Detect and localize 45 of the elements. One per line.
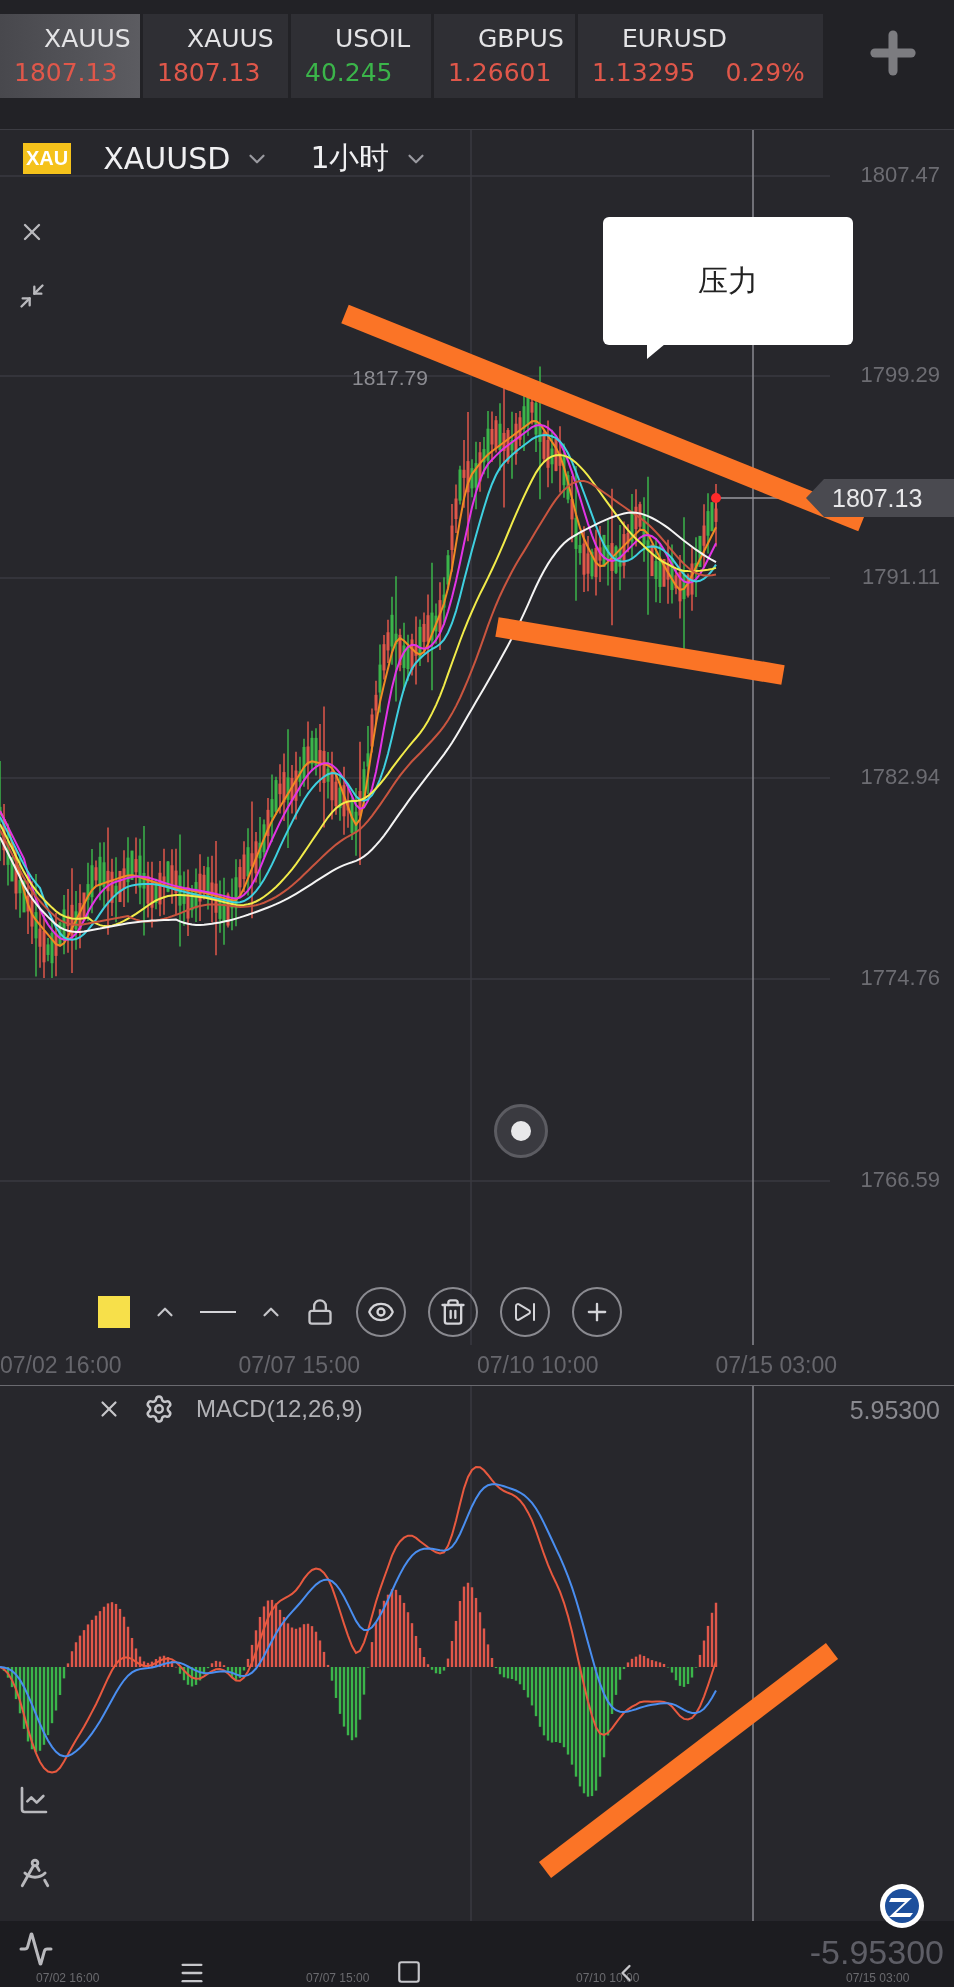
quote-tab[interactable]: XAUUS 1807.13 xyxy=(143,14,288,98)
quote-tab[interactable]: EURUSD 1.13295 0.29% xyxy=(578,14,823,98)
symbol-dropdown[interactable]: XAUUSD xyxy=(95,141,279,176)
high-price-label: 1817.79 xyxy=(352,366,428,390)
indicator-name: MACD(12,26,9) xyxy=(196,1395,363,1423)
pulse-icon[interactable] xyxy=(18,1931,54,1967)
line-chart-icon[interactable] xyxy=(18,1784,50,1816)
callout-bubble[interactable]: 压力 xyxy=(603,217,853,345)
lock-icon[interactable] xyxy=(306,1298,334,1326)
eye-button[interactable] xyxy=(356,1287,406,1337)
time-axis-label: 07/15 03:00 xyxy=(715,1351,838,1379)
trash-icon[interactable] xyxy=(439,1298,467,1326)
time-axis-label: 07/10 10:00 xyxy=(477,1351,600,1379)
time-axis-label: 07/02 16:00 xyxy=(36,1971,101,1985)
price-axis-label: 1774.76 xyxy=(860,965,940,991)
time-axis-label: 07/02 16:00 xyxy=(0,1351,123,1379)
price-axis-label: 1799.29 xyxy=(860,362,940,388)
skip-forward-button[interactable] xyxy=(500,1287,550,1337)
price-axis-label: 1791.11 xyxy=(862,564,940,590)
logo-icon[interactable] xyxy=(879,1883,925,1929)
price-axis-label: 1766.59 xyxy=(860,1167,940,1193)
time-axis-label: 07/07 15:00 xyxy=(306,1971,371,1985)
quote-tab[interactable]: GBPUS 1.26601 xyxy=(434,14,575,98)
plus-button[interactable] xyxy=(572,1287,622,1337)
time-axis-label: 07/10 10:00 xyxy=(576,1971,641,1985)
trash-button[interactable] xyxy=(428,1287,478,1337)
shrink-icon[interactable] xyxy=(18,282,46,310)
indicator-max-label: 5.95300 xyxy=(849,1396,940,1425)
skip-forward-icon[interactable] xyxy=(513,1300,537,1324)
compass-icon[interactable] xyxy=(18,1856,52,1890)
price-axis-label: 1782.94 xyxy=(860,764,940,790)
time-axis-label: 07/15 03:00 xyxy=(846,1971,911,1985)
quote-tab[interactable]: XAUUS 1807.13 xyxy=(0,14,140,98)
color-swatch[interactable] xyxy=(98,1296,130,1328)
symbol-badge: XAU xyxy=(23,143,72,174)
price-axis-label: 1807.47 xyxy=(860,162,940,188)
cursor-button[interactable] xyxy=(494,1104,548,1158)
timeframe-dropdown[interactable]: 1小时 xyxy=(302,138,438,179)
current-price-tag: 1807.13 xyxy=(806,479,954,517)
time-axis-label: 07/07 15:00 xyxy=(238,1351,361,1379)
settings-icon[interactable] xyxy=(144,1394,174,1424)
callout-tail xyxy=(647,344,665,359)
quote-tab[interactable]: USOIL 40.245 xyxy=(291,14,431,98)
indicator-min-label: -5.95300 xyxy=(809,1933,944,1972)
trend-line[interactable] xyxy=(538,1643,839,1878)
